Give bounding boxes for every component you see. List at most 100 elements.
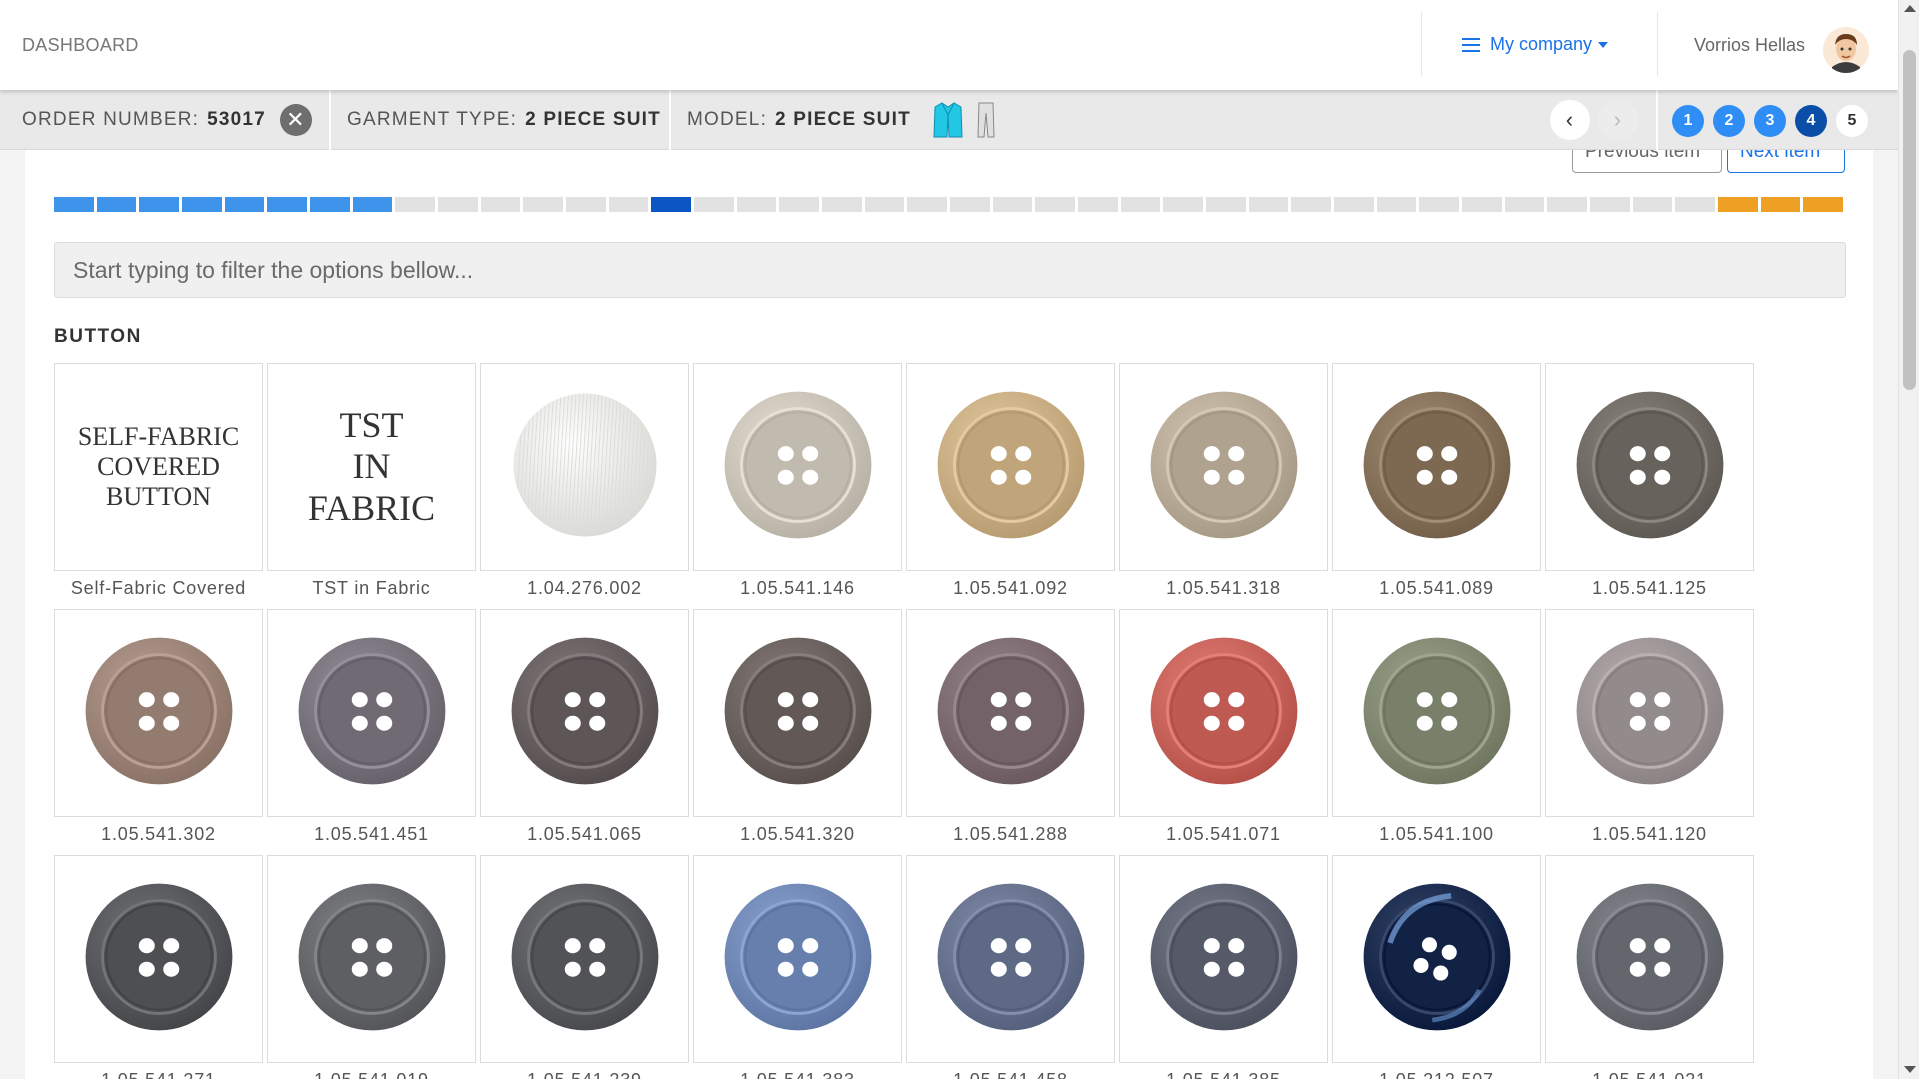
progress-segment[interactable] (395, 197, 435, 212)
button-option[interactable] (54, 609, 263, 817)
button-option[interactable] (1332, 855, 1541, 1063)
button-image (1357, 631, 1517, 796)
progress-segment[interactable] (1675, 197, 1715, 212)
progress-segment[interactable] (1504, 197, 1545, 212)
button-option[interactable] (267, 855, 476, 1063)
progress-segment[interactable] (139, 197, 179, 212)
progress-segment[interactable] (1419, 197, 1459, 212)
button-option[interactable] (906, 855, 1115, 1063)
progress-segment[interactable] (1163, 197, 1203, 212)
model: MODEL: 2 PIECE SUIT (687, 90, 995, 150)
progress-segment[interactable] (54, 197, 94, 212)
progress-segment[interactable] (1334, 197, 1374, 212)
user-name[interactable]: Vorrios Hellas (1694, 35, 1805, 56)
button-option[interactable] (1119, 609, 1328, 817)
button-option[interactable] (480, 363, 689, 571)
progress-segment[interactable] (182, 197, 222, 212)
scroll-up-icon[interactable] (1904, 5, 1916, 12)
button-option[interactable] (1545, 609, 1754, 817)
progress-segment[interactable] (1120, 197, 1161, 212)
order-bar-divider (329, 90, 331, 150)
progress-segment[interactable] (1291, 197, 1331, 212)
button-option[interactable] (1545, 363, 1754, 571)
button-option[interactable]: TST IN FABRIC (267, 363, 476, 571)
button-option[interactable] (693, 855, 902, 1063)
progress-segment[interactable] (523, 197, 563, 212)
button-option[interactable] (906, 609, 1115, 817)
button-option-code: 1.05.541.071 (1166, 824, 1281, 844)
company-dropdown[interactable]: My company (1462, 34, 1609, 55)
progress-segment[interactable] (96, 197, 137, 212)
button-option-code: 1.05.541.458 (906, 1070, 1115, 1079)
button-option-code: 1.05.541.146 (740, 578, 855, 598)
button-option[interactable] (267, 609, 476, 817)
progress-segment[interactable] (1078, 197, 1118, 212)
dashboard-link[interactable]: DASHBOARD (22, 35, 139, 56)
button-option[interactable] (693, 609, 902, 817)
button-option[interactable] (693, 363, 902, 571)
step-4-button[interactable]: 4 (1795, 105, 1827, 137)
scroll-down-icon[interactable] (1904, 1066, 1916, 1073)
button-option[interactable] (1119, 855, 1328, 1063)
previous-step-button[interactable]: ‹ (1550, 100, 1590, 140)
progress-segment[interactable] (1547, 197, 1587, 212)
button-option[interactable] (480, 855, 689, 1063)
button-image (79, 631, 239, 796)
next-step-button[interactable]: › (1598, 100, 1638, 140)
progress-segment[interactable] (1760, 197, 1801, 212)
scrollbar[interactable] (1898, 0, 1919, 1079)
button-option[interactable] (54, 855, 263, 1063)
button-image (505, 385, 665, 550)
progress-segment[interactable] (310, 197, 350, 212)
step-5-button[interactable]: 5 (1836, 105, 1868, 137)
progress-segment[interactable] (779, 197, 819, 212)
button-option[interactable] (906, 363, 1115, 571)
progress-segment[interactable] (1035, 197, 1075, 212)
progress-segment[interactable] (822, 197, 862, 212)
progress-segment[interactable] (1248, 197, 1289, 212)
clear-order-button[interactable]: ✕ (279, 104, 312, 136)
scrollbar-thumb[interactable] (1903, 50, 1916, 390)
progress-segment[interactable] (1462, 197, 1502, 212)
progress-segment[interactable] (480, 197, 521, 212)
progress-segment[interactable] (950, 197, 990, 212)
avatar[interactable] (1823, 27, 1869, 73)
progress-segment[interactable] (352, 197, 393, 212)
button-option-code: 1.05.541.239 (480, 1070, 689, 1079)
progress-segment[interactable] (1803, 197, 1843, 212)
progress-segment[interactable] (907, 197, 947, 212)
progress-segment[interactable] (992, 197, 1033, 212)
progress-segment[interactable] (566, 197, 606, 212)
progress-segment[interactable] (1718, 197, 1758, 212)
caret-down-icon (1598, 41, 1609, 48)
button-option[interactable] (480, 609, 689, 817)
progress-segment[interactable] (1590, 197, 1630, 212)
step-1-button[interactable]: 1 (1672, 105, 1704, 137)
progress-segment[interactable] (224, 197, 265, 212)
progress-segment[interactable] (864, 197, 905, 212)
progress-segment[interactable] (267, 197, 307, 212)
step-3-button[interactable]: 3 (1754, 105, 1786, 137)
progress-segment[interactable] (694, 197, 734, 212)
button-image (1144, 631, 1304, 796)
progress-segment[interactable] (438, 197, 478, 212)
progress-segment[interactable] (1206, 197, 1246, 212)
button-option-code: 1.05.541.021 (1545, 1070, 1754, 1079)
button-option[interactable] (1332, 609, 1541, 817)
progress-segment[interactable] (1632, 197, 1673, 212)
step-2-button[interactable]: 2 (1713, 105, 1745, 137)
model-label: MODEL: (687, 109, 768, 130)
progress-segment[interactable] (651, 197, 691, 212)
button-option[interactable] (1119, 363, 1328, 571)
progress-segment[interactable] (1376, 197, 1417, 212)
progress-segment[interactable] (608, 197, 649, 212)
button-option-code: 1.05.541.125 (1592, 578, 1707, 598)
button-option[interactable]: SELF-FABRIC COVERED BUTTON (54, 363, 263, 571)
filter-input[interactable] (54, 242, 1846, 298)
progress-segment[interactable] (736, 197, 777, 212)
order-number-value: 53017 (207, 109, 266, 130)
button-option[interactable] (1332, 363, 1541, 571)
button-option[interactable] (1545, 855, 1754, 1063)
button-image (79, 877, 239, 1042)
button-option-code: 1.05.541.120 (1592, 824, 1707, 844)
